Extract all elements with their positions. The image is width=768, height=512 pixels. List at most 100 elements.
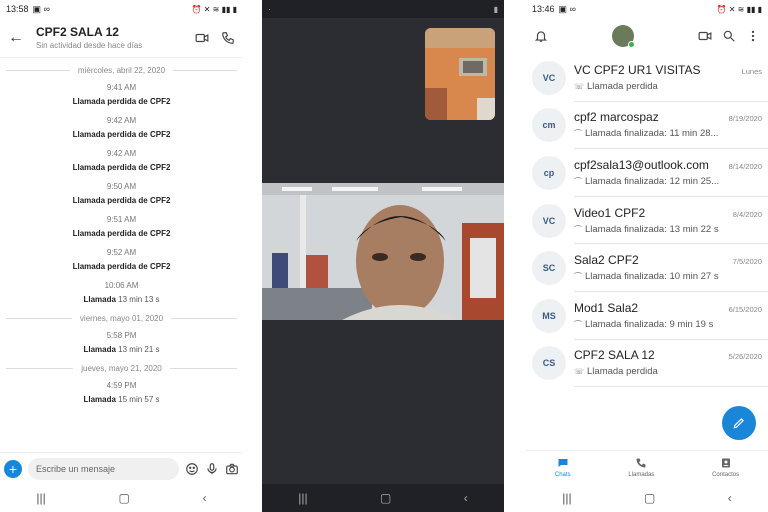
contact-avatar: cm xyxy=(532,108,566,143)
online-status-dot xyxy=(628,41,635,48)
message-time: 9:51 AM xyxy=(106,215,137,224)
contact-avatar: MS xyxy=(532,298,566,333)
message-text: Llamada perdida de CPF2 xyxy=(72,229,171,238)
microphone-icon[interactable] xyxy=(205,462,219,476)
home-icon[interactable]: ▢ xyxy=(119,491,130,505)
system-icons: ⏰ ✕ ≋ ▮▮ ▮ xyxy=(191,4,237,14)
missed-call-icon: ☏ xyxy=(574,81,585,91)
message-time: 9:42 AM xyxy=(106,116,137,125)
message-time: 10:06 AM xyxy=(104,281,139,290)
top-bar xyxy=(526,18,768,54)
chats-icon xyxy=(558,459,568,467)
call-event-message[interactable]: 9:42 AM Llamada perdida de CPF2 xyxy=(0,149,243,172)
tab-label: Contactos xyxy=(712,472,740,478)
more-options-icon[interactable] xyxy=(746,29,760,43)
back-nav-icon[interactable]: ‹ xyxy=(203,491,207,505)
chat-subtitle: Sin actividad desde hace días xyxy=(36,41,143,50)
call-event-message[interactable]: 10:06 AM Llamada 13 min 13 s xyxy=(0,281,243,304)
status-bar: 13:58 ▣ ∞ ⏰ ✕ ≋ ▮▮ ▮ xyxy=(0,0,243,18)
system-icons: ⏰ ✕ ≋ ▮▮ ▮ xyxy=(716,4,762,14)
chat-row[interactable]: CS CPF2 SALA 12 5/26/2020 ☏ Llamada perdida xyxy=(526,340,768,388)
conversation-screen: 13:58 ▣ ∞ ⏰ ✕ ≋ ▮▮ ▮ ← CPF2 SALA 12 Sin a… xyxy=(0,0,243,512)
status-signal-icon: · xyxy=(268,4,271,14)
call-event-message[interactable]: 9:42 AM Llamada perdida de CPF2 xyxy=(0,116,243,139)
phone-icon[interactable] xyxy=(221,31,235,45)
android-nav-bar: ||| ▢ ‹ xyxy=(262,484,504,512)
video-call-icon[interactable] xyxy=(195,31,209,45)
message-time: 9:41 AM xyxy=(106,83,137,92)
chat-date: 6/15/2020 xyxy=(728,304,762,314)
message-list[interactable]: miércoles, abril 22, 2020 9:41 AM Llamada … xyxy=(0,58,243,454)
back-nav-icon[interactable]: ‹ xyxy=(464,491,468,505)
chat-row[interactable]: cp cpf2sala13@outlook.com 8/14/2020 ⌒ Llamad… xyxy=(526,149,768,197)
tab-chats[interactable]: Chats xyxy=(555,451,571,484)
date-separator: viernes, mayo 01, 2020 xyxy=(6,314,237,323)
call-ended-icon: ⌒ xyxy=(574,129,582,139)
message-input[interactable]: Escribe un mensaje xyxy=(28,457,179,480)
video-call-screen: · ▮ ||| ▢ ‹ xyxy=(262,0,504,512)
message-time: 9:42 AM xyxy=(106,149,137,158)
profile-avatar[interactable] xyxy=(612,25,635,48)
new-chat-button[interactable] xyxy=(722,406,756,440)
recents-icon[interactable]: ||| xyxy=(36,491,45,505)
call-event-message[interactable]: 9:52 AM Llamada perdida de CPF2 xyxy=(0,248,243,271)
chat-last-activity: Llamada perdida xyxy=(587,366,658,378)
contact-avatar: cp xyxy=(532,155,566,190)
contacts-icon xyxy=(721,458,730,468)
camera-icon[interactable] xyxy=(225,462,239,476)
call-event-message[interactable]: 9:50 AM Llamada perdida de CPF2 xyxy=(0,182,243,205)
call-ended-icon: ⌒ xyxy=(574,319,582,329)
message-time: 4:59 PM xyxy=(106,381,137,390)
chat-last-activity: Llamada finalizada: 12 min 25... xyxy=(585,175,720,187)
chat-name: CPF2 SALA 12 xyxy=(574,348,655,363)
tab-llamadas[interactable]: Llamadas xyxy=(628,451,654,484)
chat-date: 5/26/2020 xyxy=(728,352,762,362)
tab-contactos[interactable]: Contactos xyxy=(712,451,739,484)
call-event-message[interactable]: 5:58 PM Llamada 13 min 21 s xyxy=(0,331,243,354)
back-nav-icon[interactable]: ‹ xyxy=(728,491,732,505)
chat-row[interactable]: VC VC CPF2 UR1 VISITAS Lunes ☏ Llamada perdi… xyxy=(526,54,768,102)
chat-list[interactable]: VC VC CPF2 UR1 VISITAS Lunes ☏ Llamada perdi… xyxy=(526,54,768,388)
back-arrow-icon[interactable]: ← xyxy=(8,29,30,47)
call-ended-icon: ⌒ xyxy=(574,272,582,282)
message-text: Llamada perdida de CPF2 xyxy=(72,97,171,106)
contact-avatar: SC xyxy=(532,251,566,286)
remote-video[interactable] xyxy=(262,183,504,320)
chat-last-activity: Llamada finalizada: 11 min 28... xyxy=(585,128,719,140)
chat-last-activity: Llamada finalizada: 10 min 27 s xyxy=(585,271,719,283)
chat-row[interactable]: VC Video1 CPF2 8/4/2020 ⌒ Llamada finalizada… xyxy=(526,197,768,245)
self-preview-video[interactable] xyxy=(425,28,495,120)
chat-date: 7/5/2020 xyxy=(732,257,762,267)
chat-name: Video1 CPF2 xyxy=(574,205,646,220)
chat-last-activity: Llamada finalizada: 13 min 22 s xyxy=(585,223,719,235)
call-event-message[interactable]: 9:41 AM Llamada perdida de CPF2 xyxy=(0,83,243,106)
chat-date: 8/19/2020 xyxy=(728,114,762,124)
add-button[interactable]: + xyxy=(4,459,22,478)
emoji-icon[interactable] xyxy=(185,462,199,476)
chat-row[interactable]: MS Mod1 Sala2 6/15/2020 ⌒ Llamada finalizada… xyxy=(526,292,768,340)
message-text: Llamada perdida de CPF2 xyxy=(72,130,171,139)
home-icon[interactable]: ▢ xyxy=(644,491,655,505)
search-icon[interactable] xyxy=(722,29,736,43)
recents-icon[interactable]: ||| xyxy=(298,491,307,505)
chat-row[interactable]: SC Sala2 CPF2 7/5/2020 ⌒ Llamada finalizada:… xyxy=(526,244,768,292)
home-icon[interactable]: ▢ xyxy=(380,491,391,505)
notifications-bell-icon[interactable] xyxy=(534,29,548,43)
bottom-tabs: Chats Llamadas Contactos xyxy=(526,450,768,484)
call-duration: 13 min 21 s xyxy=(118,345,160,354)
message-time: 9:50 AM xyxy=(106,182,137,191)
call-ended-icon: ⌒ xyxy=(574,176,582,186)
notification-icons: ▣ ∞ xyxy=(558,3,576,14)
chat-name: VC CPF2 UR1 VISITAS xyxy=(574,62,701,77)
message-text: Llamada xyxy=(83,295,116,304)
call-event-message[interactable]: 4:59 PM Llamada 15 min 57 s xyxy=(0,381,243,404)
chat-title: CPF2 SALA 12 xyxy=(36,25,119,39)
chat-row[interactable]: cm cpf2 marcospaz 8/19/2020 ⌒ Llamada finali… xyxy=(526,102,768,150)
chat-last-activity: Llamada perdida xyxy=(587,80,658,92)
call-duration: 15 min 57 s xyxy=(118,395,160,404)
recents-icon[interactable]: ||| xyxy=(562,491,571,505)
chat-name: cpf2sala13@outlook.com xyxy=(574,157,709,172)
message-text: Llamada xyxy=(83,345,116,354)
meet-now-icon[interactable] xyxy=(698,29,712,43)
call-event-message[interactable]: 9:51 AM Llamada perdida de CPF2 xyxy=(0,215,243,238)
